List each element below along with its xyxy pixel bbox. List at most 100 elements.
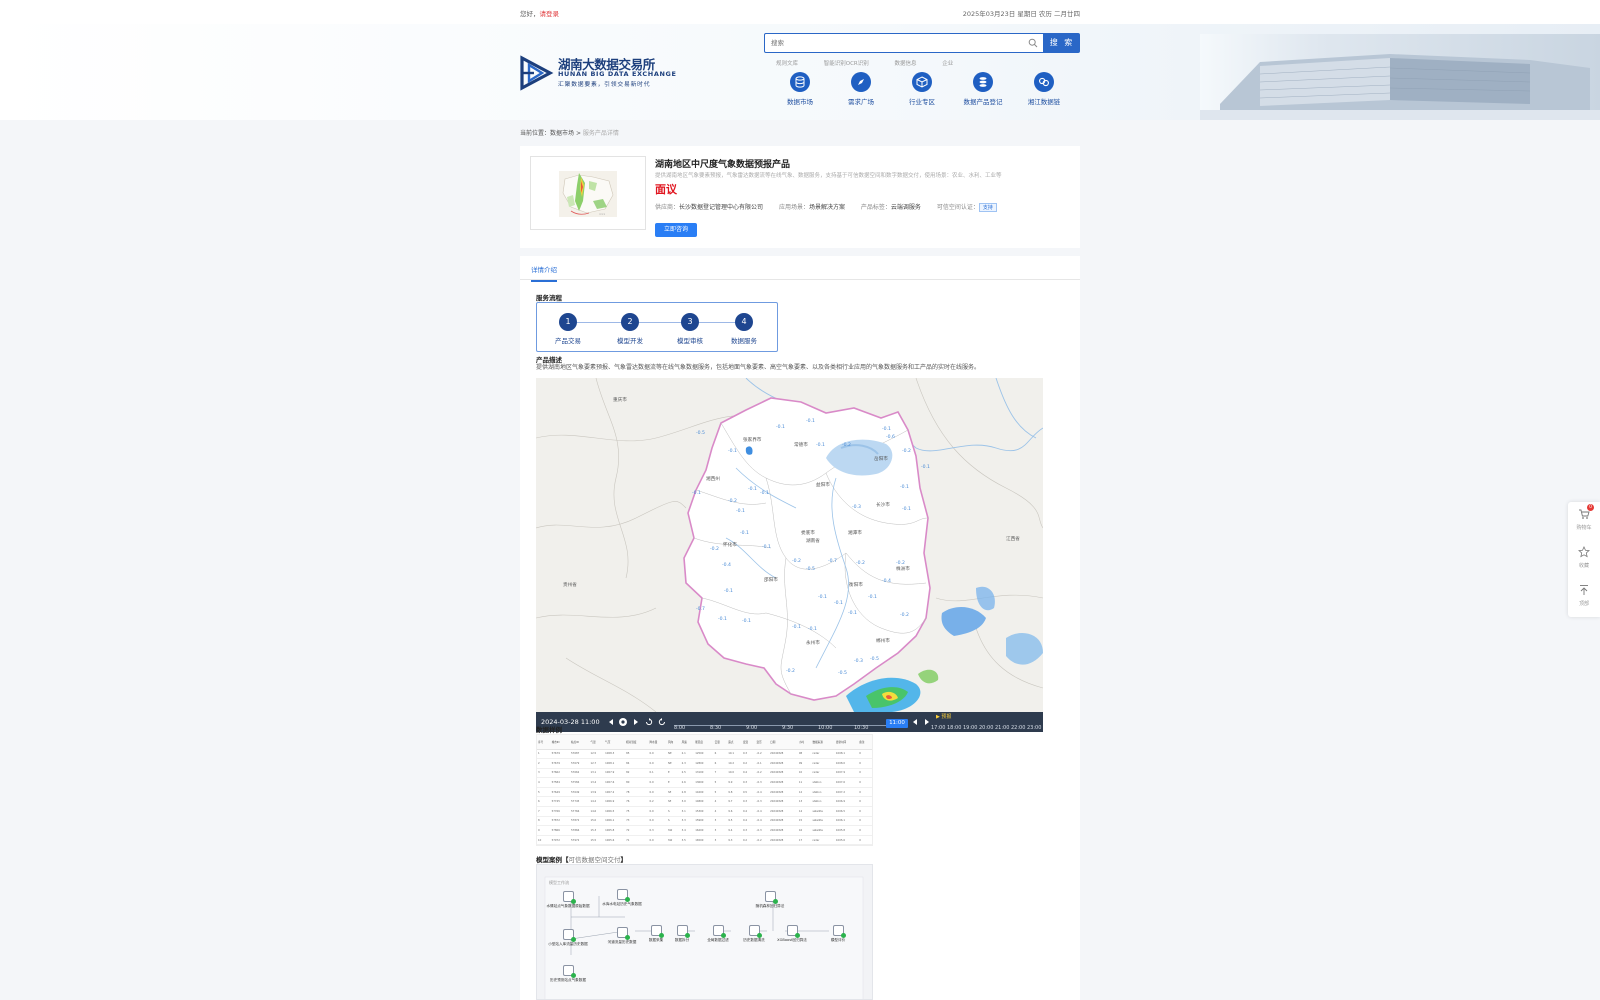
search-input[interactable]: [765, 34, 1015, 52]
time-tick: 21:00: [995, 725, 1010, 731]
database-icon: [795, 76, 805, 88]
nav-item-demand-square[interactable]: 需求广场: [831, 72, 891, 106]
table-cell: 9.5: [727, 816, 742, 827]
time-tick: 9:30: [782, 725, 794, 731]
cart-badge: 0: [1587, 504, 1594, 511]
current-time-marker[interactable]: 11:00: [886, 719, 908, 728]
table-cell: 2: [537, 758, 551, 769]
table-cell: 1006.9: [604, 796, 626, 808]
cart-button[interactable]: 0 购物车: [1568, 502, 1600, 538]
tab-detail-intro[interactable]: 详情介绍: [531, 264, 557, 282]
hot-link[interactable]: 规则文库: [776, 61, 798, 67]
table-cell: 1005.8: [834, 825, 859, 836]
pause-icon[interactable]: [618, 717, 628, 727]
brand-logo[interactable]: 湖南大数据交易所 HUNAN BIG DATA EXCHANGE 汇聚数据要素，…: [520, 52, 676, 92]
svg-text:-0.1: -0.1: [728, 448, 737, 454]
search-button[interactable]: 搜 索: [1044, 33, 1080, 53]
login-greeting: 您好，请登录: [520, 8, 559, 18]
table-cell: 13.1: [589, 768, 605, 779]
svg-text:湖南省: 湖南省: [806, 537, 820, 544]
table-cell: 8: [537, 816, 551, 827]
table-cell: 76: [625, 796, 649, 808]
hot-link[interactable]: 数据信息: [895, 61, 917, 67]
table-cell: E: [667, 777, 681, 788]
table-cell: 0.0: [648, 806, 668, 817]
model-node[interactable]: 水库水电站历史气象数据: [597, 889, 647, 906]
nav-item-product-register[interactable]: 数据产品登记: [953, 72, 1013, 106]
svg-text:邵阳市: 邵阳市: [764, 576, 778, 583]
table-cell: 57584: [550, 777, 571, 788]
svg-text:模型工作流: 模型工作流: [549, 879, 569, 885]
nav-item-industry-zone[interactable]: 行业专区: [892, 72, 952, 106]
table-cell: 20240328: [769, 806, 798, 817]
site-header: 湖南大数据交易所 HUNAN BIG DATA EXCHANGE 汇聚数据要素，…: [0, 24, 1600, 120]
column-header: 气压: [604, 735, 626, 750]
table-cell: 57872: [570, 816, 590, 827]
search-bar: 搜 索: [764, 33, 1080, 53]
model-node[interactable]: 小型站入库流量历史数据: [543, 929, 593, 946]
model-node[interactable]: 水情站点气象数据原始数据: [543, 891, 593, 908]
login-link[interactable]: 请登录: [540, 10, 560, 18]
step-number: 4: [735, 313, 753, 331]
breadcrumb-link[interactable]: 数据市场: [550, 130, 574, 137]
model-node-icon: [650, 925, 664, 938]
table-cell: 2.6: [680, 777, 695, 788]
svg-text:-0.1: -0.1: [792, 624, 801, 630]
back-to-top-label: 顶部: [1578, 601, 1589, 607]
check-icon: [658, 933, 664, 938]
consult-button[interactable]: 立即咨询: [655, 223, 697, 237]
model-node[interactable]: 历史预测站点气象数据: [543, 965, 593, 982]
step-label: 模型开发: [617, 337, 643, 345]
table-cell: 57649: [570, 787, 590, 798]
hot-link[interactable]: 企业: [942, 61, 953, 67]
model-node[interactable]: 随机森林回归算法: [745, 891, 795, 908]
table-cell: 0.0: [648, 749, 668, 760]
back-to-top-button[interactable]: 顶部: [1568, 578, 1600, 614]
check-icon: [794, 933, 800, 938]
svg-text:-0.5: -0.5: [870, 656, 879, 662]
flow-step: 4 数据服务: [714, 313, 774, 345]
table-cell: 57662: [550, 768, 571, 779]
table-cell: E: [667, 768, 681, 779]
model-node[interactable]: 河道流量历史数据: [597, 927, 647, 944]
search-icon[interactable]: [1028, 38, 1038, 48]
model-node[interactable]: 模型评价: [813, 925, 863, 942]
model-node[interactable]: XGBoost回归算法: [767, 925, 817, 942]
favorite-button[interactable]: 收藏: [1568, 540, 1600, 576]
sample-table: 序号 城市ID 站点ID 气温 气压 相对湿度 降水量 风向 风速 能见度 云量 露点 变温 变压 日期 小时…: [537, 735, 872, 845]
column-header: 变温: [741, 735, 756, 750]
service-flow-heading: 服务流程: [536, 294, 562, 302]
table-cell: -0.2: [755, 835, 770, 845]
svg-text:-0.1: -0.1: [818, 594, 827, 600]
table-cell: SE: [667, 796, 681, 808]
hot-link[interactable]: 智能识别OCR识别: [824, 61, 869, 67]
next-frame-icon[interactable]: [631, 717, 641, 727]
step-back-icon[interactable]: [910, 717, 920, 727]
detail-tabs: 详情介绍: [520, 256, 1080, 282]
table-cell: 9.8: [727, 787, 742, 798]
replay-icon[interactable]: [644, 717, 654, 727]
table-cell: 9.9: [727, 777, 742, 788]
svg-text:益阳市: 益阳市: [816, 481, 830, 488]
nav-item-data-market[interactable]: 数据市场: [770, 72, 830, 106]
main-nav: 数据市场 需求广场 行业专区 数据产品登记 湘江数据链: [770, 72, 1080, 112]
supplier-value[interactable]: 长沙数据登记管理中心有限公司: [679, 204, 763, 211]
refresh-icon[interactable]: [657, 717, 667, 727]
svg-text:-0.1: -0.1: [848, 610, 857, 616]
svg-text:-0.1: -0.1: [921, 464, 930, 470]
product-thumbnail[interactable]: ×××: [530, 156, 646, 230]
time-tick: 22:00: [1011, 725, 1026, 731]
column-header: 降水量: [648, 735, 668, 750]
favorite-label: 收藏: [1578, 563, 1589, 569]
table-cell: 0.2: [741, 835, 756, 845]
prev-frame-icon[interactable]: [606, 717, 616, 727]
table-cell: 15.3: [589, 825, 605, 836]
svg-text:-0.5: -0.5: [696, 430, 705, 436]
nav-item-xiangjiang-chain[interactable]: 湘江数据链: [1014, 72, 1074, 106]
table-cell: 2.8: [680, 787, 695, 798]
table-cell: 0.0: [648, 816, 668, 827]
product-card: ××× 湖南地区中尺度气象数据预报产品 提供湖南地区气象要素预报，气象雷达数据流…: [520, 146, 1080, 248]
weather-forecast-map[interactable]: 重庆市 张家界市 常德市 岳阳市 益阳市 长沙市 湘潭市 娄底市 怀化市 邵阳市…: [536, 378, 1043, 732]
table-cell: 57972: [550, 835, 571, 845]
table-row: 9 57866 57866 15.3 1005.8 72 0.3 SW 3.4 16200 3 9.4…: [537, 825, 872, 836]
